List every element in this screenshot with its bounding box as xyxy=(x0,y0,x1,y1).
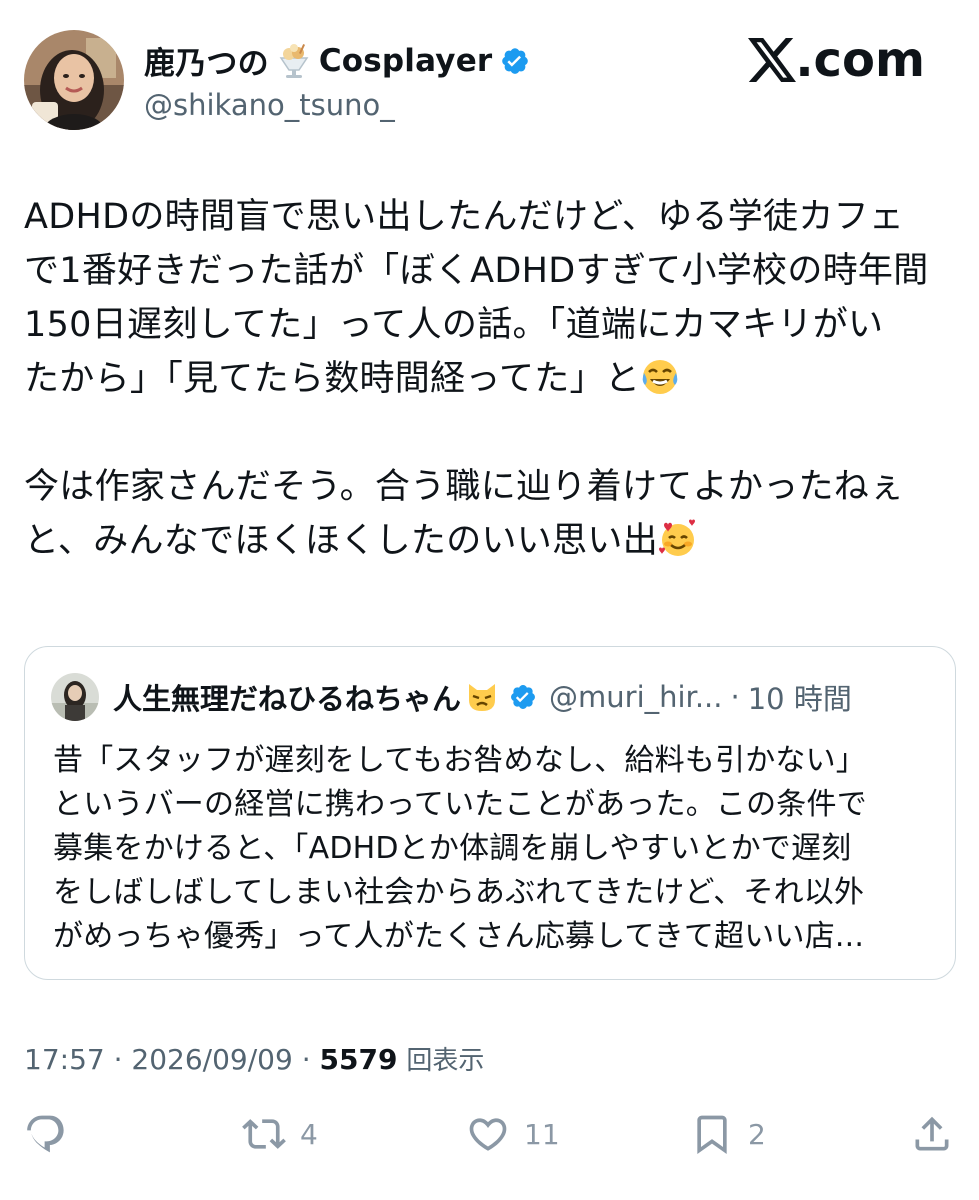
bookmark-button[interactable]: 2 xyxy=(690,1112,766,1156)
tweet-text: ADHDの時間盲で思い出したんだけど、ゆる学徒カフェ で1番好きだった話が「ぼく… xyxy=(24,190,959,568)
tears-of-joy-icon xyxy=(640,357,680,397)
like-count: 11 xyxy=(524,1117,560,1151)
tweet-header: 鹿乃つの Cosplayer @shikano_tsuno_ .com xyxy=(24,28,955,138)
tweet-meta: 17:57 · 2026/09/09 · 5579 回表示 xyxy=(24,1040,484,1077)
quoted-line: 募集をかけると、「ADHDとか体調を崩しやすいとかで遅刻 xyxy=(53,831,852,866)
tweet-line: で1番好きだった話が「ぼくADHDすぎて小学校の時年間 xyxy=(24,251,929,291)
quoted-line: というバーの経営に携わっていたことがあった。この条件で xyxy=(53,787,867,822)
quoted-tweet[interactable]: 人生無理だねひるねちゃん @muri_hir... · 10 時間 昔「スタッフ… xyxy=(24,646,956,980)
tweet-line: ADHDの時間盲で思い出したんだけど、ゆる学徒カフェ xyxy=(24,197,905,237)
repost-button[interactable]: 4 xyxy=(242,1112,318,1156)
heart-icon xyxy=(469,1118,507,1151)
separator-dot: · xyxy=(730,680,740,714)
quoted-line: がめっちゃ優秀」って人がたくさん応募してきて超いい店... xyxy=(53,919,865,954)
tweet-date[interactable]: 2026/09/09 xyxy=(131,1043,292,1076)
author-name-suffix[interactable]: Cosplayer xyxy=(319,43,493,79)
parfait-icon xyxy=(275,42,313,80)
like-button[interactable]: 11 xyxy=(466,1112,560,1156)
tweet-line-text: と、みんなでほくほくしたのいい思い出 xyxy=(24,521,659,561)
quoted-line: をしばしばしてしまい社会からあぶれてきたけど、それ以外 xyxy=(53,875,865,910)
verified-badge-icon[interactable] xyxy=(509,683,537,711)
meta-separator: · xyxy=(104,1043,132,1076)
author-avatar[interactable] xyxy=(24,30,124,130)
reply-icon xyxy=(27,1115,64,1153)
tweet-time[interactable]: 17:57 xyxy=(24,1043,105,1076)
author-display-name[interactable]: 鹿乃つの xyxy=(144,38,269,83)
bookmark-count: 2 xyxy=(748,1117,766,1151)
tweet-line: 今は作家さんだそう。合う職に辿り着けてよかったねぇ xyxy=(24,467,905,507)
action-bar: 4 11 2 xyxy=(24,1112,959,1162)
pouting-cat-icon xyxy=(469,684,496,711)
bookmark-icon xyxy=(697,1115,727,1155)
author-name-row[interactable]: 鹿乃つの Cosplayer xyxy=(144,38,530,83)
quoted-author-handle[interactable]: @muri_hir... xyxy=(549,680,722,714)
quoted-tweet-header: 人生無理だねひるねちゃん @muri_hir... · 10 時間 xyxy=(51,673,852,721)
verified-badge-icon[interactable] xyxy=(500,46,530,76)
quoted-author-name[interactable]: 人生無理だねひるねちゃん xyxy=(113,676,461,718)
reply-button[interactable] xyxy=(24,1112,82,1156)
tweet-line: 150日遅刻してた」って人の話。「道端にカマキリがい xyxy=(24,305,884,345)
share-button[interactable] xyxy=(910,1112,954,1156)
quoted-line: 昔「スタッフが遅刻をしてもお咎めなし、給料も引かない」 xyxy=(53,743,866,778)
tweet-page: 鹿乃つの Cosplayer @shikano_tsuno_ .com ADHD… xyxy=(0,0,979,1200)
repost-count: 4 xyxy=(300,1117,318,1151)
views-count: 5579 xyxy=(319,1043,398,1076)
quoted-author-avatar[interactable] xyxy=(51,673,99,721)
tweet-line: と、みんなでほくほくしたのいい思い出 xyxy=(24,514,959,568)
smiling-face-with-hearts-icon xyxy=(658,519,698,559)
author-handle[interactable]: @shikano_tsuno_ xyxy=(144,88,395,122)
tweet-line: たから」「見てたら数時間経ってた」と xyxy=(24,352,959,406)
quoted-tweet-text: 昔「スタッフが遅刻をしてもお咎めなし、給料も引かない」 というバーの経営に携わっ… xyxy=(53,739,867,959)
quoted-tweet-time[interactable]: 10 時間 xyxy=(748,676,852,718)
share-icon xyxy=(915,1116,949,1151)
site-label: .com xyxy=(795,32,925,88)
tweet-line-text: たから」「見てたら数時間経ってた」と xyxy=(24,359,641,399)
meta-separator: · xyxy=(292,1043,320,1076)
x-logo-icon xyxy=(748,38,797,82)
x-com-logo: .com xyxy=(747,36,925,84)
repost-icon xyxy=(242,1119,286,1149)
views-label: 回表示 xyxy=(406,1046,485,1076)
